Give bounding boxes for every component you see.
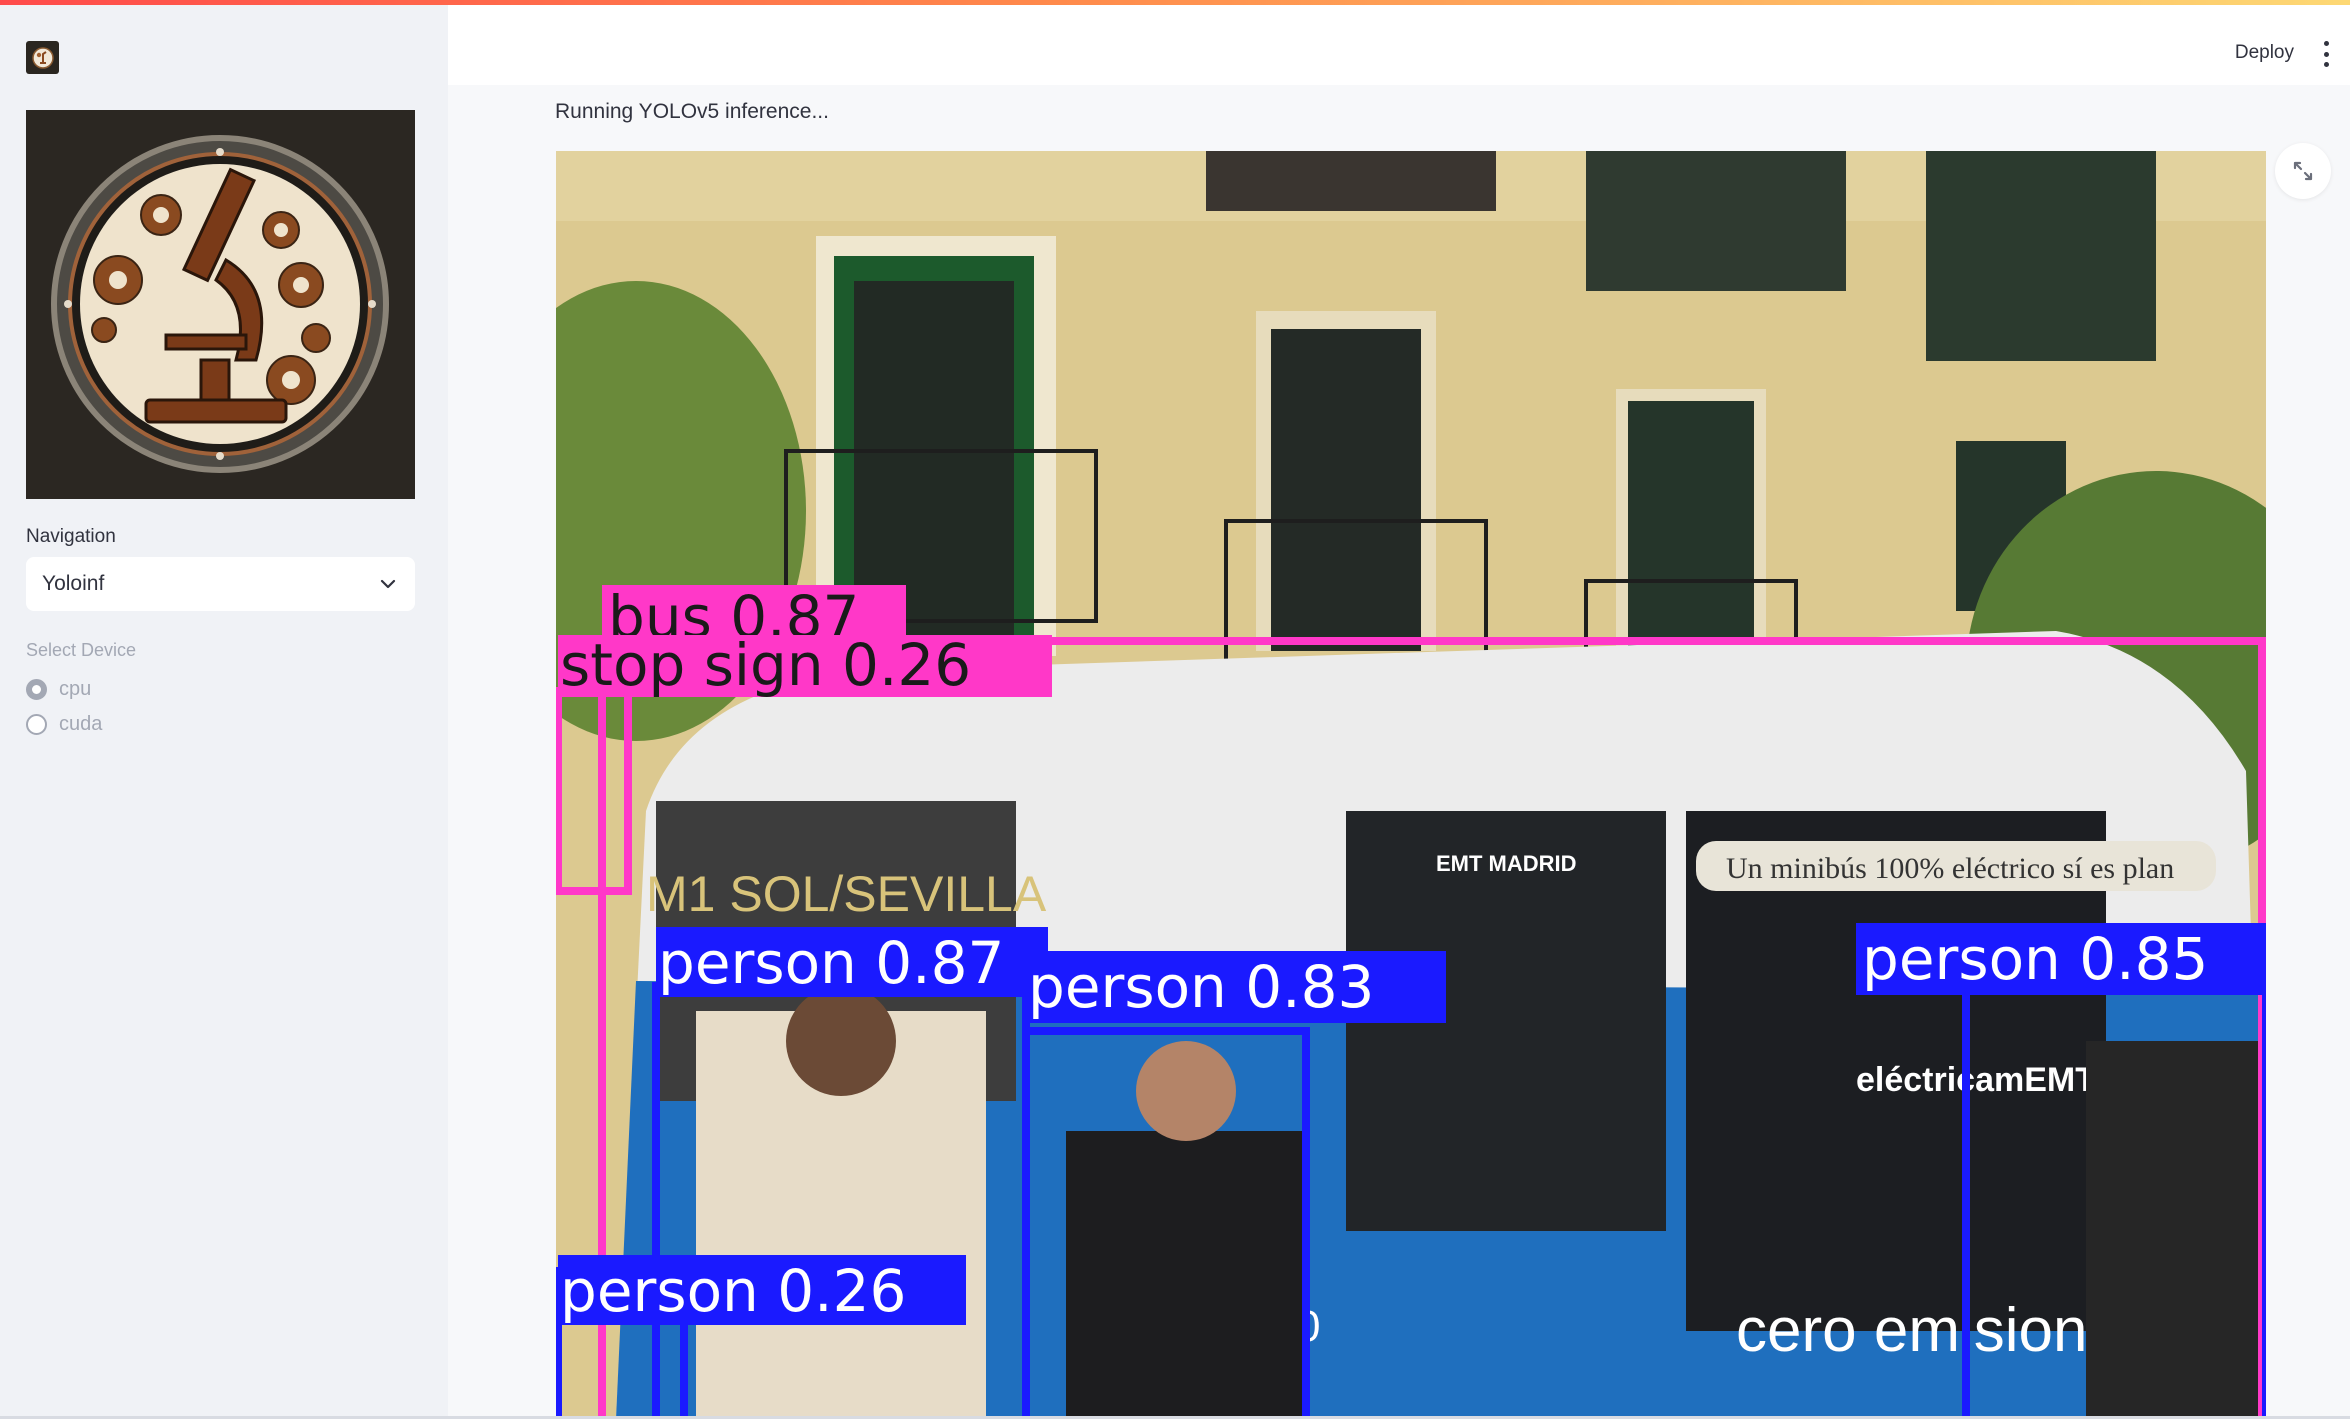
expand-icon[interactable] xyxy=(2275,143,2331,199)
navigation-select[interactable]: Yoloinf xyxy=(26,557,415,611)
bus-emt-text: EMT MADRID xyxy=(1436,851,1577,876)
bus-brand-text: eléctricamEMTe xyxy=(1856,1061,2112,1099)
bus-banner-text: Un minibús 100% eléctrico sí es plan xyxy=(1726,852,2174,885)
device-option-label: cpu xyxy=(59,678,92,700)
navigation-label: Navigation xyxy=(26,526,116,547)
app-logo-icon[interactable] xyxy=(26,41,59,74)
detection-label-stop-sign: stop sign 0.26 xyxy=(560,631,971,699)
top-accent-stripe xyxy=(0,0,2350,5)
status-message: Running YOLOv5 inference... xyxy=(555,100,829,123)
top-header: Deploy xyxy=(448,5,2350,85)
detection-label-person: person 0.26 xyxy=(560,1257,906,1325)
deploy-button[interactable]: Deploy xyxy=(2235,42,2294,64)
navigation-selected-value: Yoloinf xyxy=(42,572,105,595)
device-option-cpu[interactable]: cpu xyxy=(26,678,91,701)
radio-unchecked-icon[interactable] xyxy=(26,714,47,735)
inference-result-image: Un minibús 100% eléctrico sí es plan EMT… xyxy=(556,151,2266,1419)
detection-label-person: person 0.85 xyxy=(1862,925,2208,993)
sidebar: Navigation Yoloinf Select Device cpu cud… xyxy=(0,0,448,1419)
radio-checked-icon[interactable] xyxy=(26,679,47,700)
detection-label-person: person 0.87 xyxy=(658,929,1004,997)
chevron-down-icon xyxy=(380,579,396,589)
vertical-dots-icon[interactable] xyxy=(2316,41,2336,67)
select-device-label: Select Device xyxy=(26,640,137,660)
device-option-label: cuda xyxy=(59,713,103,735)
device-option-cuda[interactable]: cuda xyxy=(26,713,102,736)
microscope-gears-icon xyxy=(26,110,415,499)
bus-route-text: M1 SOL/SEVILLA xyxy=(646,866,1047,922)
detection-label-person: person 0.83 xyxy=(1028,953,1374,1021)
